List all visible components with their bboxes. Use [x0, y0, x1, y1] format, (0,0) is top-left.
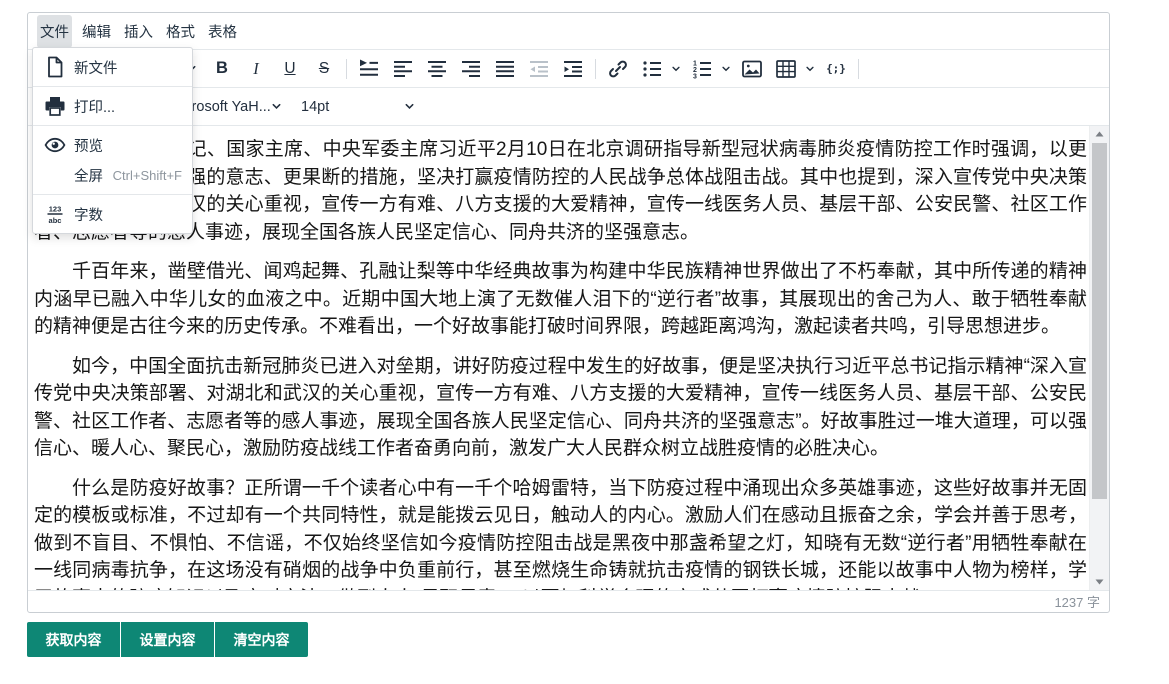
icon-spacer [43, 163, 67, 187]
indent-button[interactable] [556, 55, 590, 83]
bullet-list-icon [640, 57, 664, 81]
code-sample-icon: {;} [826, 62, 846, 75]
align-right-icon [459, 57, 483, 81]
paragraph: 什么是防疫好故事？正所谓一千个读者心中有一千个哈姆雷特，当下防疫过程中涌现出众多… [34, 475, 1087, 591]
menu-file[interactable]: 文件 [37, 15, 72, 48]
menu-separator [33, 194, 192, 195]
table-icon [774, 57, 798, 81]
chevron-down-icon [721, 64, 731, 74]
numbered-list-menu-chevron[interactable] [719, 55, 733, 83]
outdent-icon [527, 57, 551, 81]
numbered-list-icon: 1 2 3 [690, 57, 714, 81]
menu-item-print[interactable]: 打印... [33, 91, 192, 121]
chevron-down-icon [271, 101, 282, 112]
menubar: 文件 编辑 插入 格式 表格 [28, 13, 1109, 50]
paragraph: 千百年来，凿壁借光、闻鸡起舞、孔融让梨等中华经典故事为构建中华民族精神世界做出了… [34, 258, 1087, 341]
scroll-up-button[interactable] [1090, 126, 1109, 142]
menu-table[interactable]: 表格 [205, 15, 240, 48]
menu-edit[interactable]: 编辑 [79, 15, 114, 48]
paragraph: 如今，中国全面抗击新冠肺炎已进入对垒期，讲好防疫过程中发生的好故事，便是坚决执行… [34, 353, 1087, 463]
scroll-down-button[interactable] [1090, 574, 1109, 590]
table-button[interactable] [769, 55, 803, 83]
first-line-indent-button[interactable] [352, 55, 386, 83]
chevron-down-icon [805, 64, 815, 74]
align-right-button[interactable] [454, 55, 488, 83]
clear-content-button[interactable]: 清空内容 [215, 622, 308, 657]
scrollbar-thumb[interactable] [1092, 143, 1107, 499]
bullet-list-button[interactable] [635, 55, 669, 83]
menu-separator [33, 86, 192, 87]
image-icon [740, 57, 764, 81]
scroll-up-icon [1095, 131, 1104, 137]
vertical-scrollbar[interactable] [1089, 126, 1109, 590]
word-count[interactable]: 1237 字 [1054, 592, 1100, 611]
first-line-indent-icon [357, 57, 381, 81]
menu-separator [33, 125, 192, 126]
bullet-list-menu-chevron[interactable] [669, 55, 683, 83]
svg-text:123: 123 [49, 205, 62, 214]
preview-icon [43, 133, 67, 157]
numbered-list-button[interactable]: 1 2 3 [685, 55, 719, 83]
align-center-icon [425, 57, 449, 81]
align-center-button[interactable] [420, 55, 454, 83]
menu-format[interactable]: 格式 [163, 15, 198, 48]
menu-item-label: 预览 [74, 135, 103, 156]
action-buttons: 获取内容 设置内容 清空内容 [27, 622, 308, 657]
chevron-down-icon [671, 64, 681, 74]
wordcount-icon: 123 abc [43, 202, 67, 226]
menu-item-new-document[interactable]: 新文件 [33, 52, 192, 82]
toolbar-separator [346, 59, 347, 79]
menu-item-preview[interactable]: 预览 [33, 130, 192, 160]
menu-item-label: 打印... [74, 96, 115, 117]
font-size-select[interactable]: 14pt [301, 93, 421, 121]
chevron-down-icon [404, 101, 415, 112]
underline-icon: U [284, 60, 295, 78]
statusbar: 1237 字 [28, 590, 1109, 612]
align-left-button[interactable] [386, 55, 420, 83]
menu-item-label: 新文件 [74, 57, 118, 78]
font-size-value: 14pt [301, 99, 329, 115]
underline-button[interactable]: U [273, 55, 307, 83]
new-document-icon [43, 55, 67, 79]
indent-icon [561, 57, 585, 81]
scroll-down-icon [1095, 579, 1104, 585]
italic-button[interactable]: I [239, 55, 273, 83]
print-icon [43, 94, 67, 118]
bold-button[interactable]: B [205, 55, 239, 83]
align-justify-button[interactable] [488, 55, 522, 83]
get-content-button[interactable]: 获取内容 [27, 622, 120, 657]
menu-item-wordcount[interactable]: 123 abc 字数 [33, 199, 192, 229]
file-dropdown-menu: 新文件 打印... 预览 全屏 Ctrl+Shift+F [32, 47, 193, 234]
link-button[interactable] [601, 55, 635, 83]
image-button[interactable] [735, 55, 769, 83]
italic-icon: I [253, 59, 259, 79]
menu-item-label: 全屏 [74, 165, 103, 186]
table-menu-chevron[interactable] [803, 55, 817, 83]
toolbar-separator [595, 59, 596, 79]
menu-insert[interactable]: 插入 [121, 15, 156, 48]
menu-item-shortcut: Ctrl+Shift+F [113, 168, 182, 183]
code-sample-button[interactable]: {;} [819, 55, 853, 83]
bold-icon: B [216, 59, 228, 78]
align-left-icon [391, 57, 415, 81]
link-icon [606, 57, 630, 81]
align-justify-icon [493, 57, 517, 81]
strikethrough-icon: S [319, 60, 329, 78]
svg-text:abc: abc [49, 216, 62, 225]
menu-item-fullscreen[interactable]: 全屏 Ctrl+Shift+F [33, 160, 192, 190]
strikethrough-button[interactable]: S [307, 55, 341, 83]
toolbar-separator [858, 59, 859, 79]
set-content-button[interactable]: 设置内容 [121, 622, 214, 657]
menu-item-label: 字数 [74, 204, 103, 225]
svg-text:3: 3 [693, 73, 697, 80]
outdent-button [522, 55, 556, 83]
